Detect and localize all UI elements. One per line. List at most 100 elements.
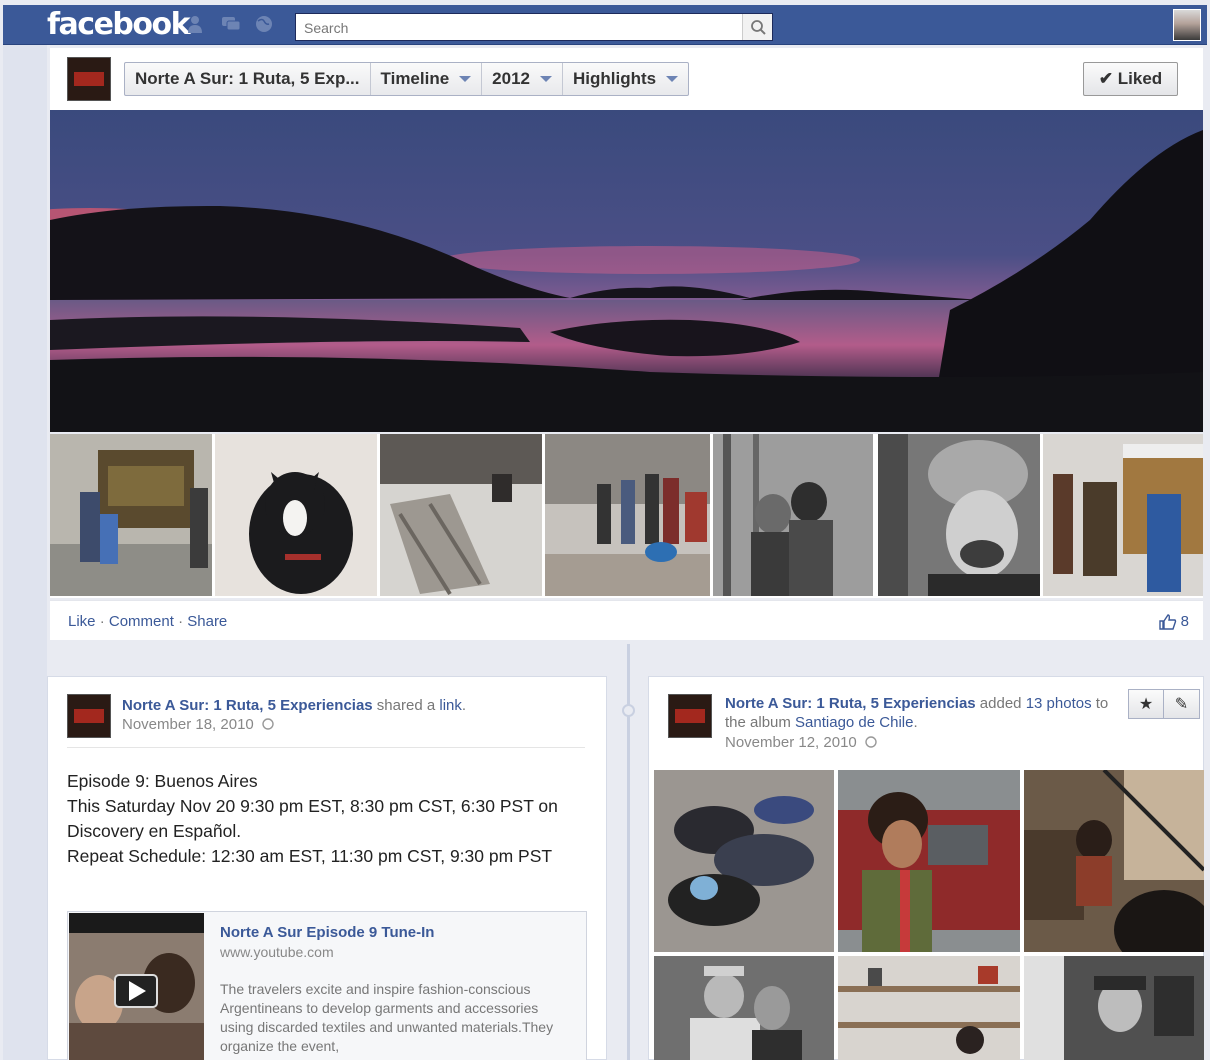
divider: [67, 747, 585, 748]
album-photo[interactable]: [838, 770, 1020, 952]
album-photo[interactable]: [654, 956, 834, 1060]
search-button[interactable]: [742, 14, 772, 40]
post-author-link[interactable]: Norte A Sur: 1 Ruta, 5 Experiencias: [122, 697, 373, 714]
comment-link[interactable]: Comment: [109, 613, 174, 630]
page-header: Norte A Sur: 1 Ruta, 5 Exp... Timeline 2…: [50, 48, 1203, 110]
chevron-down-icon: [540, 76, 552, 82]
post-controls: ★ ✎: [1128, 689, 1200, 719]
star-icon: ★: [1138, 696, 1154, 713]
separator-dot: ·: [178, 613, 184, 630]
photo-count-link[interactable]: 13 photos: [1026, 695, 1092, 712]
photo-woman-by-car: [838, 770, 1020, 952]
highlight-star-button[interactable]: ★: [1128, 689, 1164, 719]
notifications-globe-icon[interactable]: [254, 15, 274, 33]
breadcrumb-page-name[interactable]: Norte A Sur: 1 Ruta, 5 Exp...: [125, 63, 371, 95]
highlights-dropdown[interactable]: Highlights: [563, 63, 688, 95]
photo-group-in-forest: [545, 434, 710, 596]
post-timestamp[interactable]: November 12, 2010: [725, 734, 877, 751]
like-count[interactable]: 8: [1158, 613, 1189, 630]
thumbs-up-icon: [1158, 613, 1176, 630]
search-placeholder: Search: [304, 20, 349, 36]
post-action-text: shared a: [372, 697, 440, 714]
timeline-dropdown-label: Timeline: [380, 69, 450, 88]
facebook-logo[interactable]: facebook: [47, 7, 191, 42]
album-photo-grid: [654, 770, 1204, 1060]
photo-dog: [215, 434, 377, 596]
highlight-photo[interactable]: [545, 434, 710, 596]
video-thumbnail-image: [69, 913, 204, 1060]
link-url: www.youtube.com: [220, 944, 334, 960]
post-author-link[interactable]: Norte A Sur: 1 Ruta, 5 Experiencias: [725, 695, 976, 712]
chevron-down-icon: [459, 76, 472, 82]
album-link[interactable]: Santiago de Chile: [795, 714, 913, 731]
post-date: November 18, 2010: [122, 716, 254, 733]
like-link[interactable]: Like: [68, 613, 96, 630]
post-action-text: added: [975, 695, 1026, 712]
link-description: The travelers excite and inspire fashion…: [220, 981, 554, 1054]
breadcrumb: Norte A Sur: 1 Ruta, 5 Exp... Timeline 2…: [124, 62, 690, 96]
photo-people-in-snow: [713, 434, 873, 596]
photo-people-by-cabin: [1043, 434, 1203, 596]
post-header: Norte A Sur: 1 Ruta, 5 Experiencias shar…: [122, 697, 467, 714]
highlights-dropdown-label: Highlights: [573, 69, 657, 88]
timeline-dropdown[interactable]: Timeline: [371, 63, 483, 95]
highlight-photo[interactable]: [713, 434, 873, 596]
chevron-down-icon: [666, 76, 679, 82]
friend-requests-icon[interactable]: [187, 15, 207, 33]
cover-landscape-image: [50, 110, 1203, 432]
highlight-photo[interactable]: [50, 434, 212, 596]
highlight-photo[interactable]: [1043, 434, 1203, 596]
page-background-strip: [3, 45, 47, 1060]
photo-couple-smiling: [654, 956, 834, 1060]
post-author-avatar[interactable]: [67, 694, 111, 738]
timeline-post-shared-link: Norte A Sur: 1 Ruta, 5 Experiencias shar…: [47, 676, 607, 1060]
photo-shelves-room: [838, 956, 1020, 1060]
highlight-photo[interactable]: [878, 434, 1040, 596]
search-input[interactable]: Search: [295, 13, 773, 41]
post-author-avatar[interactable]: [668, 694, 712, 738]
album-photo[interactable]: [1024, 956, 1204, 1060]
globe-icon: [865, 736, 877, 748]
search-icon: [751, 20, 766, 35]
highlight-photo[interactable]: [380, 434, 542, 596]
user-avatar[interactable]: [1173, 9, 1201, 41]
photo-man-portrait: [1024, 956, 1204, 1060]
year-dropdown-label: 2012: [492, 69, 530, 88]
post-line: Repeat Schedule: 12:30 am EST, 11:30 pm …: [67, 846, 553, 866]
link-preview-card[interactable]: Norte A Sur Episode 9 Tune-In www.youtub…: [67, 911, 587, 1060]
photo-sign-with-people: [50, 434, 212, 596]
album-photo[interactable]: [1024, 770, 1204, 952]
photo-man-in-fur-hat: [878, 434, 1040, 596]
timeline-post-added-photos: Norte A Sur: 1 Ruta, 5 Experiencias adde…: [648, 676, 1204, 1060]
post-header: Norte A Sur: 1 Ruta, 5 Experiencias adde…: [725, 695, 1109, 731]
edit-pencil-button[interactable]: ✎: [1164, 689, 1200, 719]
year-dropdown[interactable]: 2012: [482, 63, 563, 95]
breadcrumb-page-name-label: Norte A Sur: 1 Ruta, 5 Exp...: [135, 69, 360, 88]
post-object-link[interactable]: link: [439, 697, 462, 714]
globe-icon: [262, 718, 274, 730]
share-link[interactable]: Share: [187, 613, 227, 630]
top-navigation-bar: facebook Search: [3, 5, 1207, 45]
post-line: This Saturday Nov 20 9:30 pm EST, 8:30 p…: [67, 796, 558, 841]
post-timestamp[interactable]: November 18, 2010: [122, 716, 274, 733]
liked-button[interactable]: ✔ Liked: [1083, 62, 1178, 96]
page-profile-picture[interactable]: [67, 57, 111, 101]
cover-actions-bar: Like · Comment · Share 8: [50, 600, 1203, 640]
messages-icon[interactable]: [221, 15, 241, 33]
liked-button-label: ✔ Liked: [1098, 69, 1163, 88]
post-date: November 12, 2010: [725, 734, 857, 751]
cover-photo[interactable]: [50, 110, 1203, 432]
like-count-value: 8: [1180, 613, 1189, 630]
photo-musicians-indoors: [1024, 770, 1204, 952]
video-thumbnail[interactable]: [69, 913, 204, 1060]
album-photo[interactable]: [654, 770, 834, 952]
timeline-marker: [622, 704, 635, 717]
link-title[interactable]: Norte A Sur Episode 9 Tune-In: [220, 924, 434, 941]
highlight-photo[interactable]: [215, 434, 377, 596]
separator-dot: ·: [99, 613, 105, 630]
post-message: Episode 9: Buenos Aires This Saturday No…: [67, 769, 587, 869]
photo-people-on-floor: [654, 770, 834, 952]
pencil-icon: ✎: [1174, 696, 1189, 713]
album-photo[interactable]: [838, 956, 1020, 1060]
cover-action-links: Like · Comment · Share: [68, 613, 227, 630]
